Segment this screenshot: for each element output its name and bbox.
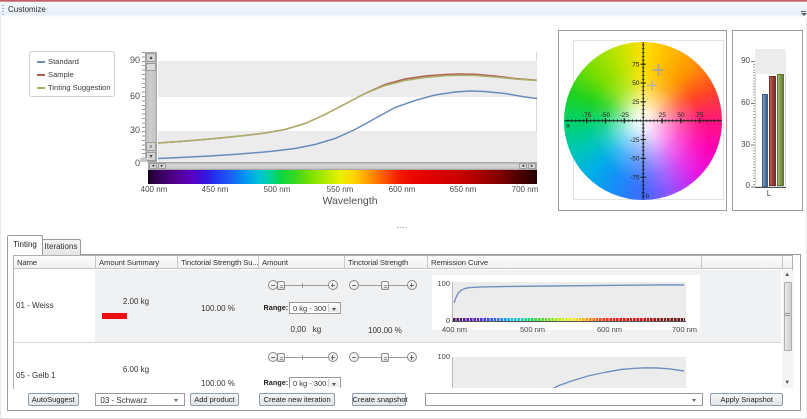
svg-text:25: 25 — [632, 99, 640, 106]
svg-text:-25: -25 — [619, 112, 629, 119]
svg-text:50: 50 — [632, 80, 640, 87]
svg-text:-75: -75 — [630, 174, 640, 181]
svg-text:-50: -50 — [630, 156, 640, 163]
svg-text:a: a — [566, 123, 570, 130]
svg-text:75: 75 — [696, 112, 704, 119]
svg-text:50: 50 — [677, 112, 685, 119]
svg-text:75: 75 — [632, 61, 640, 68]
svg-text:25: 25 — [658, 112, 666, 119]
svg-text:-75: -75 — [581, 112, 591, 119]
svg-text:b: b — [645, 193, 649, 200]
svg-text:-50: -50 — [600, 112, 610, 119]
svg-text:-25: -25 — [630, 137, 640, 144]
